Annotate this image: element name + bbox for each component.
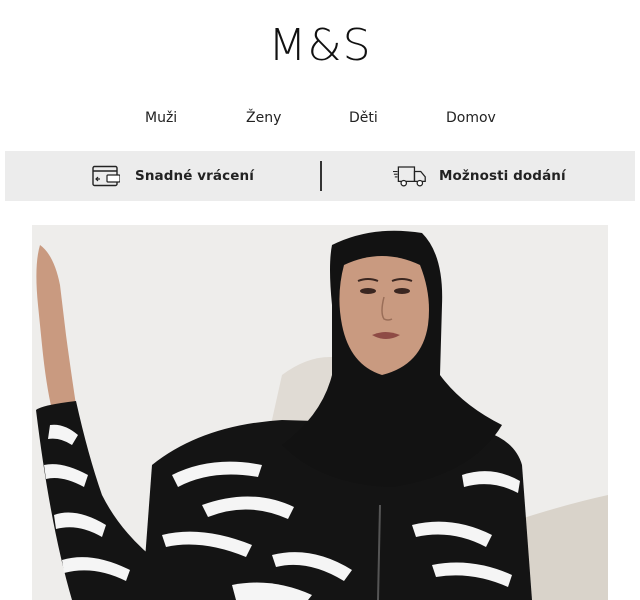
hero-photo bbox=[32, 225, 608, 600]
main-navigation: Muži Ženy Děti Domov bbox=[0, 108, 640, 130]
delivery-options-link[interactable]: Možnosti dodání bbox=[393, 151, 566, 201]
return-card-icon bbox=[89, 161, 123, 191]
nav-item-men[interactable]: Muži bbox=[145, 108, 177, 128]
usp-bar: Snadné vrácení Možnosti dodání bbox=[5, 151, 635, 201]
nav-item-home[interactable]: Domov bbox=[446, 108, 496, 128]
usp-divider bbox=[320, 161, 322, 191]
nav-item-women[interactable]: Ženy bbox=[246, 108, 281, 128]
easy-returns-label: Snadné vrácení bbox=[135, 168, 254, 184]
hero-banner-image[interactable] bbox=[32, 225, 608, 600]
delivery-truck-icon bbox=[393, 161, 427, 191]
delivery-options-label: Možnosti dodání bbox=[439, 168, 566, 184]
nav-item-kids[interactable]: Děti bbox=[349, 108, 378, 128]
brand-logo[interactable]: M&S bbox=[0, 18, 640, 74]
easy-returns-link[interactable]: Snadné vrácení bbox=[89, 151, 254, 201]
